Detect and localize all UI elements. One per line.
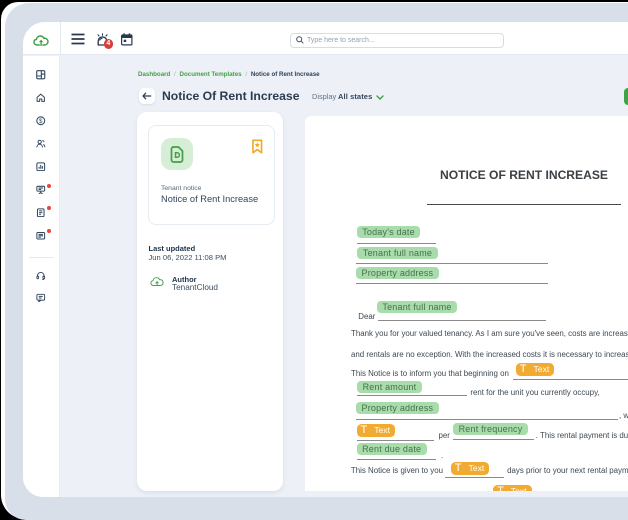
svg-text:$: $ [39,118,43,125]
